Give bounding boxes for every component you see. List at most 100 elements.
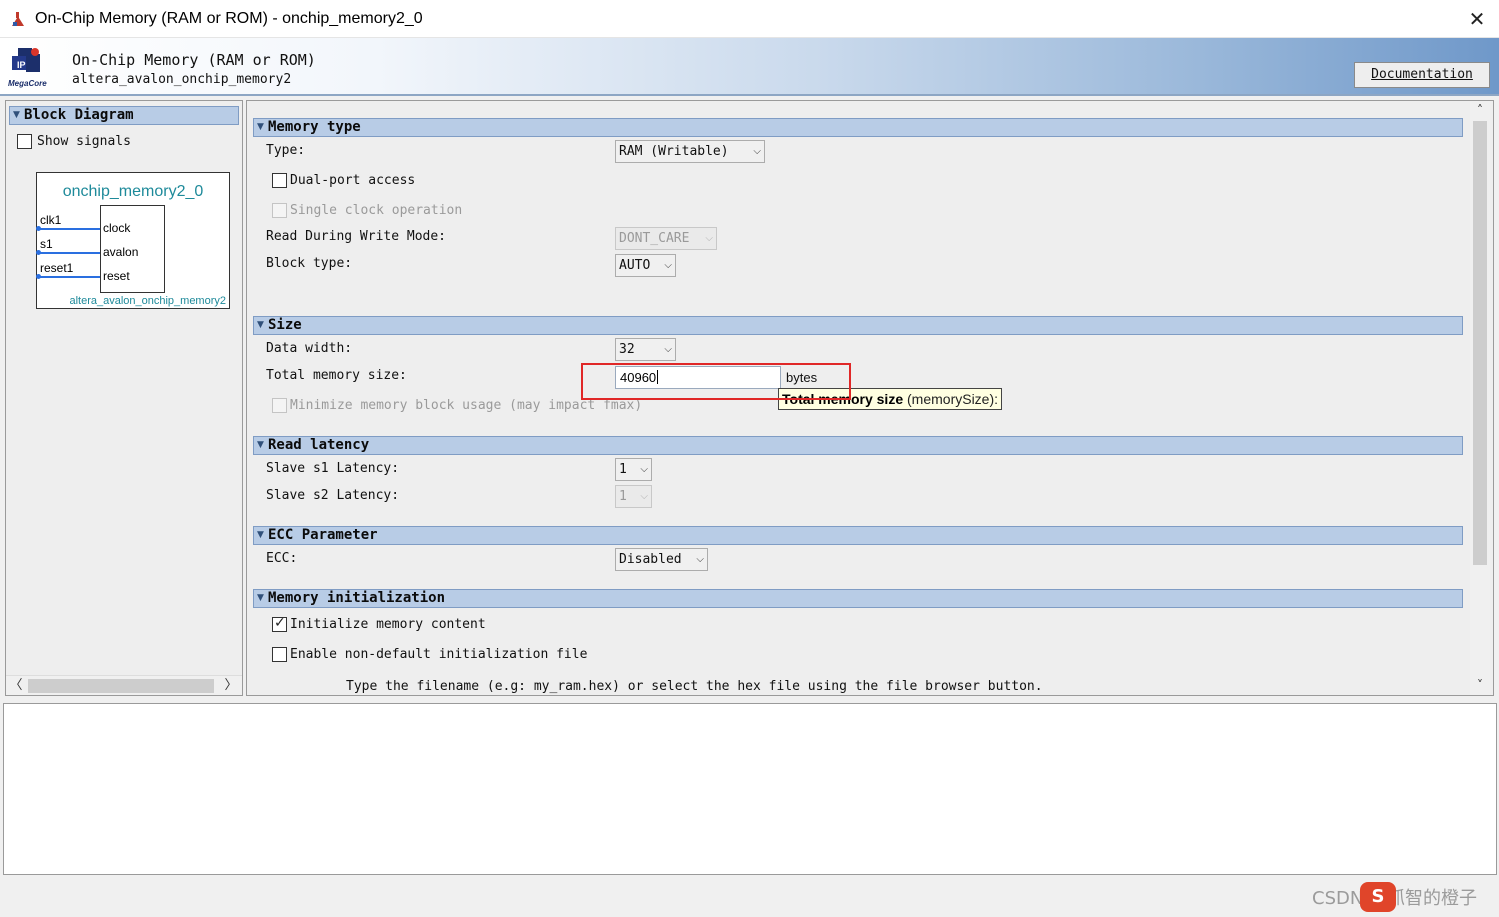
ecc-dropdown[interactable]: Disabled ⌵ <box>615 548 708 571</box>
read-latency-header[interactable]: ▼ Read latency <box>253 436 1463 455</box>
show-signals-label: Show signals <box>37 134 131 149</box>
port-left-clk1: clk1 <box>40 213 62 227</box>
scrollbar-thumb[interactable] <box>1473 121 1487 565</box>
chevron-down-icon: ⌵ <box>696 554 704 565</box>
wire-dot-avalon <box>36 250 41 255</box>
collapse-triangle-icon: ▼ <box>257 320 264 330</box>
total-size-label: Total memory size: <box>266 368 407 383</box>
tooltip-param: (memorySize): <box>903 391 999 407</box>
wire-avalon <box>38 252 100 254</box>
minimize-block-checkbox[interactable] <box>272 398 287 413</box>
documentation-button[interactable]: Documentation <box>1354 62 1490 88</box>
type-label: Type: <box>266 143 306 158</box>
right-vertical-scrollbar[interactable]: ˄ ˅ <box>1470 101 1490 695</box>
message-area <box>3 703 1497 875</box>
port-right-reset: reset <box>103 269 130 283</box>
component-header: IP MegaCore On-Chip Memory (RAM or ROM) … <box>0 38 1499 96</box>
s2-latency-dropdown[interactable]: 1 ⌵ <box>615 485 652 508</box>
block-diagram-header[interactable]: ▼ Block Diagram <box>9 106 239 125</box>
s1-latency-value: 1 <box>619 462 627 477</box>
app-icon <box>12 12 24 26</box>
chevron-down-icon: ⌵ <box>753 146 761 157</box>
wire-clk <box>38 228 100 230</box>
csdn-badge-icon: S <box>1360 882 1396 912</box>
chevron-down-icon: ⌵ <box>705 233 713 244</box>
memory-init-title: Memory initialization <box>268 590 446 606</box>
s2-latency-label: Slave s2 Latency: <box>266 488 400 503</box>
title-bar: On-Chip Memory (RAM or ROM) - onchip_mem… <box>0 0 1499 38</box>
component-name: On-Chip Memory (RAM or ROM) <box>72 51 316 69</box>
megacore-logo: IP MegaCore <box>8 46 54 90</box>
block-diagram: onchip_memory2_0 clk1 clock s1 avalon re… <box>36 172 230 309</box>
scroll-up-icon[interactable]: ˄ <box>1470 101 1490 119</box>
diagram-class-name: altera_avalon_onchip_memory2 <box>69 295 226 307</box>
dual-port-checkbox[interactable] <box>272 173 287 188</box>
memory-type-title: Memory type <box>268 119 361 135</box>
scroll-left-icon[interactable]: 〈 <box>7 677 25 695</box>
block-type-dropdown[interactable]: AUTO ⌵ <box>615 254 676 277</box>
read-latency-title: Read latency <box>268 437 370 453</box>
left-horizontal-scrollbar[interactable]: 〈 〉 <box>6 675 242 695</box>
block-type-label: Block type: <box>266 256 353 271</box>
documentation-label: Documentation <box>1371 67 1473 82</box>
port-left-reset1: reset1 <box>40 261 74 275</box>
rdw-mode-label: Read During Write Mode: <box>266 229 447 244</box>
ecc-label: ECC: <box>266 551 298 566</box>
port-right-clock: clock <box>103 221 131 235</box>
chevron-down-icon: ⌵ <box>640 491 648 502</box>
chevron-down-icon: ⌵ <box>664 344 672 355</box>
checkmark-icon: ✓ <box>274 615 286 631</box>
parameters-panel: ▼ Memory type Type: RAM (Writable) ⌵ Dua… <box>246 100 1494 696</box>
wire-reset <box>38 276 100 278</box>
collapse-triangle-icon: ▼ <box>257 593 264 603</box>
collapse-triangle-icon: ▼ <box>257 530 264 540</box>
non-default-init-label: Enable non-default initialization file <box>290 647 588 662</box>
scroll-right-icon[interactable]: 〉 <box>222 677 240 695</box>
minimize-block-label: Minimize memory block usage (may impact … <box>290 398 643 413</box>
size-title: Size <box>268 317 302 333</box>
s1-latency-dropdown[interactable]: 1 ⌵ <box>615 458 652 481</box>
port-left-s1: s1 <box>40 237 53 251</box>
svg-text:IP: IP <box>17 60 26 70</box>
wire-dot-clk <box>36 226 41 231</box>
diagram-instance-name: onchip_memory2_0 <box>62 183 204 200</box>
rdw-mode-dropdown[interactable]: DONT_CARE ⌵ <box>615 227 717 250</box>
type-dropdown[interactable]: RAM (Writable) ⌵ <box>615 140 765 163</box>
s2-latency-value: 1 <box>619 489 627 504</box>
dual-port-label: Dual-port access <box>290 173 416 188</box>
non-default-init-checkbox[interactable] <box>272 647 287 662</box>
window-title: On-Chip Memory (RAM or ROM) - onchip_mem… <box>35 10 423 27</box>
single-clock-checkbox[interactable] <box>272 203 287 218</box>
collapse-triangle-icon: ▼ <box>257 440 264 450</box>
ecc-title: ECC Parameter <box>268 527 378 543</box>
bottom-bar <box>0 878 1499 917</box>
data-width-value: 32 <box>619 342 635 357</box>
memory-init-header[interactable]: ▼ Memory initialization <box>253 589 1463 608</box>
show-signals-checkbox[interactable] <box>17 134 32 149</box>
type-dropdown-value: RAM (Writable) <box>619 144 729 159</box>
collapse-triangle-icon: ▼ <box>13 110 20 120</box>
rdw-mode-value: DONT_CARE <box>619 231 690 246</box>
data-width-dropdown[interactable]: 32 ⌵ <box>615 338 676 361</box>
collapse-triangle-icon: ▼ <box>257 122 264 132</box>
init-hint-text: Type the filename (e.g: my_ram.hex) or s… <box>346 679 1043 694</box>
block-diagram-panel: ▼ Block Diagram Show signals onchip_memo… <box>5 100 243 696</box>
scrollbar-thumb[interactable] <box>28 679 214 693</box>
init-content-checkbox[interactable]: ✓ <box>272 615 287 632</box>
block-type-value: AUTO <box>619 258 651 273</box>
single-clock-label: Single clock operation <box>290 203 463 218</box>
s1-latency-label: Slave s1 Latency: <box>266 461 400 476</box>
wire-dot-reset <box>36 274 41 279</box>
init-content-label: Initialize memory content <box>290 617 486 632</box>
highlight-box <box>581 363 851 400</box>
size-header[interactable]: ▼ Size <box>253 316 1463 335</box>
chevron-down-icon: ⌵ <box>664 260 672 271</box>
megacore-logo-icon: IP <box>12 48 40 72</box>
megacore-logo-text: MegaCore <box>8 79 47 88</box>
data-width-label: Data width: <box>266 341 353 356</box>
close-button[interactable]: ✕ <box>1464 6 1490 32</box>
memory-type-header[interactable]: ▼ Memory type <box>253 118 1463 137</box>
port-right-avalon: avalon <box>103 245 139 259</box>
ecc-header[interactable]: ▼ ECC Parameter <box>253 526 1463 545</box>
scroll-down-icon[interactable]: ˅ <box>1470 676 1490 694</box>
